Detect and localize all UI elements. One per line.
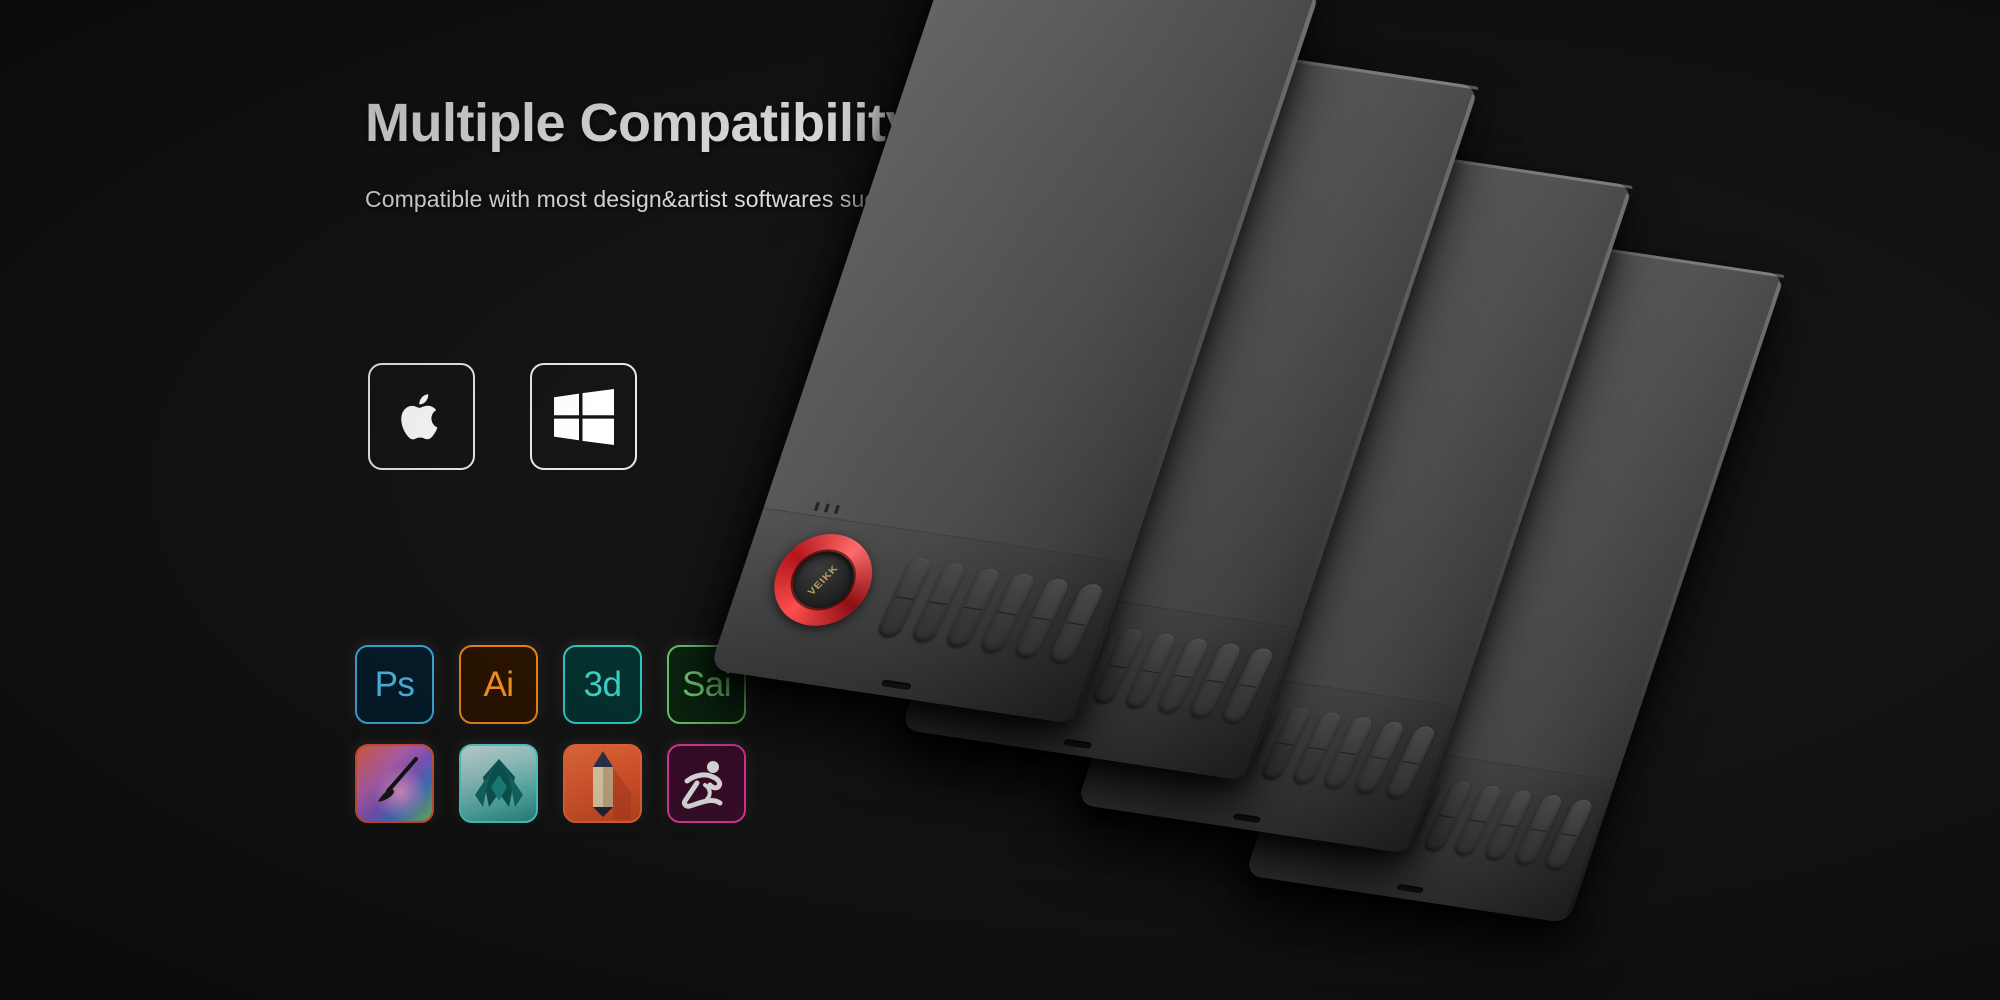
app-icon-label: 3d: [583, 665, 622, 704]
zbrush-figure-icon: [675, 755, 739, 813]
maya-logo-icon: [467, 755, 531, 813]
apple-icon: [398, 388, 446, 446]
dial-center[interactable]: VEIKK: [785, 547, 862, 613]
pencil-icon: [575, 749, 631, 819]
product-tablet-group: VEIKK V: [709, 0, 2000, 1000]
app-icon-photoshop[interactable]: Ps: [355, 645, 434, 724]
app-icon-label: Sai: [681, 665, 732, 704]
app-icon-label: Ai: [483, 665, 514, 704]
windows-icon: [553, 388, 614, 445]
app-icon-illustrator[interactable]: Ai: [459, 645, 538, 724]
os-support-row: [368, 363, 637, 470]
brand-label: VEIKK: [805, 562, 841, 597]
app-icon-label: Ps: [374, 665, 415, 704]
app-icon-autodesk-maya[interactable]: [459, 744, 538, 823]
promo-banner: Multiple Compatibility Compatible with m…: [0, 0, 2000, 1000]
software-compatibility-grid: Ps Ai 3d Sai: [355, 645, 746, 823]
paintbrush-icon: [360, 749, 430, 819]
app-icon-dimension-3d[interactable]: 3d: [563, 645, 642, 724]
app-icon-corel-painter[interactable]: [355, 744, 434, 823]
app-icon-sketchbook[interactable]: [563, 744, 642, 823]
os-badge-macos[interactable]: [368, 363, 475, 470]
app-icon-zbrush[interactable]: [667, 744, 746, 823]
os-badge-windows[interactable]: [530, 363, 637, 470]
